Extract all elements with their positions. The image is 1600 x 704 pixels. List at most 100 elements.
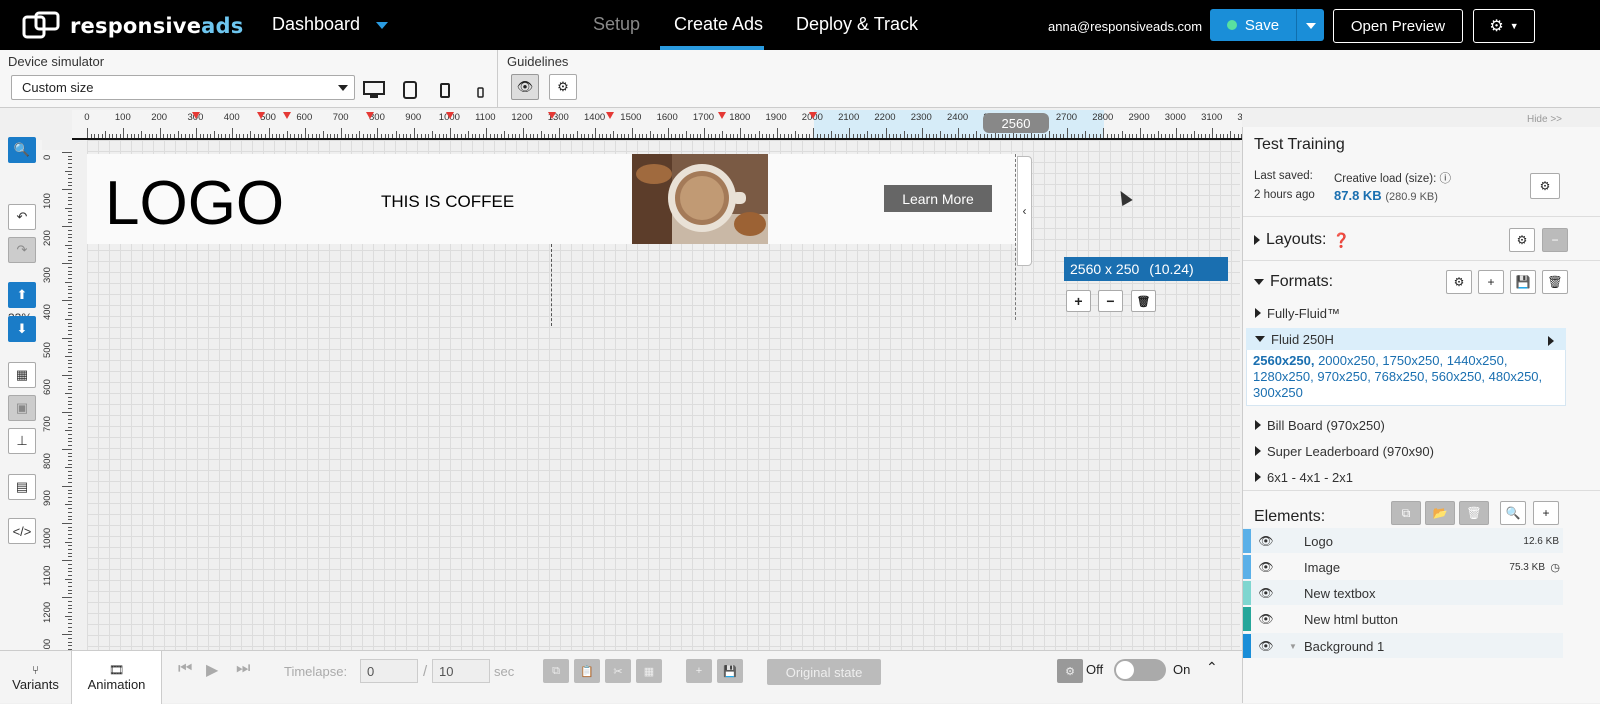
element-row-image[interactable]: 👁 Image 75.3 KB ◷ — [1243, 555, 1563, 579]
phone-icon[interactable] — [440, 83, 450, 101]
breakpoint-marker[interactable] — [809, 112, 817, 119]
animation-toggle[interactable] — [1114, 659, 1166, 681]
add-size-button[interactable]: + — [1066, 290, 1091, 312]
eye-icon[interactable]: 👁 — [1251, 639, 1281, 653]
eye-icon[interactable]: 👁 — [1251, 612, 1281, 626]
play-icon[interactable]: ▶ — [206, 660, 218, 680]
script-button[interactable]: ▤ — [8, 474, 36, 500]
design-canvas[interactable]: LOGO THIS IS COFFEE Learn More ‹ 2560 x … — [87, 140, 1240, 650]
save-options-dropdown[interactable] — [1296, 9, 1324, 41]
animation-settings-button[interactable]: ⚙ — [1057, 659, 1083, 683]
skip-forward-icon[interactable]: ⏭ — [236, 660, 250, 678]
add-keyframe-button[interactable]: + — [686, 659, 712, 683]
small-phone-icon[interactable] — [477, 86, 484, 101]
caret-right-icon[interactable] — [1548, 334, 1554, 349]
info-icon[interactable]: ⓘ — [1439, 173, 1451, 185]
undo-button[interactable]: ↶ — [8, 204, 36, 230]
layouts-settings-button[interactable]: ⚙ — [1509, 228, 1535, 252]
guideline[interactable] — [551, 244, 552, 326]
save-format-button[interactable]: 💾 — [1510, 270, 1536, 294]
save-button[interactable]: Save — [1210, 9, 1296, 41]
device-size-select[interactable]: Custom size — [11, 75, 355, 100]
element-row-textbox[interactable]: 👁 New textbox — [1243, 581, 1563, 605]
user-email[interactable]: anna@responsiveads.com — [1048, 19, 1202, 34]
guidelines-visibility-button[interactable]: 👁 — [511, 74, 539, 100]
vertical-ruler[interactable]: 0 100 200 300 400 500 600 700 800 900 1000 1100 1200… — [42, 150, 72, 650]
layouts-section-header[interactable]: Layouts: ❓ — [1254, 231, 1350, 249]
element-row-html-button[interactable]: 👁 New html button — [1243, 607, 1563, 631]
help-icon[interactable]: ❓ — [1332, 232, 1349, 249]
ad-headline[interactable]: THIS IS COFFEE — [381, 192, 514, 212]
open-preview-button[interactable]: Open Preview — [1333, 9, 1463, 43]
hide-panel-link[interactable]: Hide >> — [1527, 114, 1562, 125]
tab-create-ads[interactable]: Create Ads — [674, 14, 763, 35]
format-item-bill-board[interactable]: Bill Board (970x250) — [1243, 413, 1600, 437]
breakpoint-marker[interactable] — [446, 112, 454, 119]
breakpoint-marker[interactable] — [605, 112, 614, 119]
active-format-size[interactable]: 2560x250, — [1253, 353, 1314, 368]
breakpoint-marker[interactable] — [282, 112, 291, 119]
element-row-logo[interactable]: 👁 Logo 12.6 KB — [1243, 529, 1563, 553]
formats-section-header[interactable]: Formats: — [1254, 273, 1333, 291]
project-settings-button[interactable]: ⚙ — [1530, 173, 1560, 199]
move-down-button[interactable]: ⬇ — [8, 316, 36, 342]
format-item-6x1[interactable]: 6x1 - 4x1 - 2x1 — [1243, 465, 1600, 489]
layout-grid-button[interactable]: ▦ — [8, 362, 36, 388]
collapse-canvas-tab[interactable]: ‹ — [1017, 156, 1032, 266]
timelapse-total-input[interactable]: 10 — [432, 659, 490, 683]
eye-icon[interactable]: 👁 — [1251, 586, 1281, 600]
paste-keyframe-button[interactable]: 📋 — [574, 659, 600, 683]
variants-tab[interactable]: ⑂ Variants — [0, 651, 72, 704]
copy-keyframe-button[interactable]: ⧉ — [543, 659, 569, 683]
breakpoint-marker[interactable] — [366, 112, 375, 119]
layouts-collapse-button[interactable]: − — [1542, 228, 1568, 252]
chevron-down-icon[interactable] — [376, 22, 388, 29]
code-button[interactable]: </> — [8, 518, 36, 544]
save-keyframe-button[interactable]: 💾 — [717, 659, 743, 683]
format-item-fully-fluid[interactable]: Fully-Fluid™ — [1243, 301, 1600, 325]
add-format-button[interactable]: + — [1478, 270, 1504, 294]
format-item-super-leaderboard[interactable]: Super Leaderboard (970x90) — [1243, 439, 1600, 463]
tab-deploy-track[interactable]: Deploy & Track — [796, 14, 918, 35]
ad-learn-more-button[interactable]: Learn More — [884, 185, 992, 212]
dashboard-menu[interactable]: Dashboard — [272, 14, 360, 35]
desktop-icon[interactable] — [363, 81, 385, 102]
eye-icon[interactable]: 👁 — [1251, 560, 1281, 574]
remove-size-button[interactable]: − — [1098, 290, 1123, 312]
redo-button[interactable]: ↷ — [8, 237, 36, 263]
guidelines-settings-button[interactable]: ⚙ — [549, 74, 577, 100]
ad-coffee-image[interactable] — [632, 154, 768, 244]
skip-back-icon[interactable]: ⏮ — [178, 660, 192, 678]
tablet-icon[interactable] — [403, 81, 417, 102]
ruler-width-flag[interactable]: 2560 — [983, 113, 1049, 133]
brand-logo[interactable]: responsiveads — [22, 11, 243, 41]
cut-keyframe-button[interactable]: ✂ — [605, 659, 631, 683]
delete-size-button[interactable]: 🗑 — [1131, 290, 1156, 312]
tab-setup[interactable]: Setup — [593, 14, 640, 35]
eye-icon[interactable]: 👁 — [1251, 534, 1281, 548]
horizontal-ruler[interactable]: 0 100 200 300 400 500 600 700 800 900 1000 1100 1200… — [72, 110, 1242, 140]
canvas-edge-guide[interactable] — [1015, 154, 1016, 320]
breakpoint-marker[interactable] — [257, 112, 266, 119]
hierarchy-button[interactable]: ⊥ — [8, 428, 36, 454]
caret-down-icon[interactable]: ▼ — [1289, 642, 1297, 651]
animation-tab[interactable]: 🎞 Animation — [72, 651, 162, 704]
breakpoint-marker[interactable] — [547, 112, 556, 119]
original-state-button[interactable]: Original state — [767, 659, 881, 685]
search-elements-button[interactable]: 🔍 — [1500, 501, 1526, 525]
chevron-up-icon[interactable]: ⌃ — [1206, 659, 1218, 676]
timelapse-current-input[interactable]: 0 — [360, 659, 418, 683]
clock-icon[interactable]: ◷ — [1550, 561, 1560, 574]
add-element-button[interactable]: + — [1533, 501, 1559, 525]
open-folder-button[interactable]: 📂 — [1425, 501, 1455, 525]
image-tool-button[interactable]: ▣ — [8, 395, 36, 421]
move-up-button[interactable]: ⬆ — [8, 282, 36, 308]
formats-settings-button[interactable]: ⚙ — [1446, 270, 1472, 294]
format-size-list[interactable]: 2560x250, 2000x250, 1750x250, 1440x250, … — [1253, 353, 1553, 401]
breakpoint-marker[interactable] — [191, 112, 200, 119]
ad-banner-preview[interactable]: LOGO THIS IS COFFEE Learn More — [87, 154, 1017, 244]
settings-menu-button[interactable]: ⚙ ▼ — [1473, 9, 1535, 43]
ad-logo[interactable]: LOGO — [105, 168, 284, 239]
delete-format-button[interactable]: 🗑 — [1542, 270, 1568, 294]
format-item-fluid-250h[interactable]: Fluid 250H — [1243, 327, 1600, 351]
